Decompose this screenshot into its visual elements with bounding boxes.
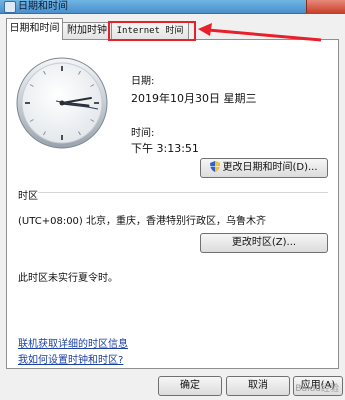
change-date-time-label: 更改日期和时间(D)... [222, 162, 318, 173]
uac-shield-icon [210, 161, 221, 172]
section-divider [38, 192, 328, 193]
how-to-set-clock-link[interactable]: 我如何设置时钟和时区? [18, 351, 123, 366]
watermark: Baidu经验 [295, 384, 339, 394]
date-value: 2019年10月30日 星期三 [131, 92, 257, 105]
analog-clock-icon [16, 57, 108, 149]
tab-date-time[interactable]: 日期和时间 [6, 18, 63, 40]
timezone-value: (UTC+08:00) 北京，重庆，香港特别行政区，乌鲁木齐 [18, 216, 267, 227]
cancel-button[interactable]: 取消 [226, 376, 290, 396]
time-value: 下午 3:13:51 [131, 142, 199, 155]
dst-note: 此时区未实行夏令时。 [18, 273, 118, 284]
ok-button[interactable]: 确定 [158, 376, 222, 396]
tab-additional-clocks[interactable]: 附加时钟 [62, 22, 112, 39]
app-icon [4, 1, 16, 13]
online-timezone-info-link[interactable]: 联机获取详细的时区信息 [18, 335, 128, 350]
date-label: 日期: [131, 76, 155, 87]
annotation-highlight-box [108, 21, 196, 41]
close-button[interactable] [306, 0, 345, 13]
window-title: 日期和时间 [18, 1, 68, 12]
title-bar: 日期和时间 [0, 0, 345, 14]
time-label: 时间: [131, 128, 155, 139]
annotation-arrow-icon [198, 23, 322, 42]
timezone-section-label: 时区 [18, 191, 38, 202]
change-timezone-button[interactable]: 更改时区(Z)... [200, 233, 328, 253]
change-date-time-button[interactable]: 更改日期和时间(D)... [200, 158, 328, 178]
